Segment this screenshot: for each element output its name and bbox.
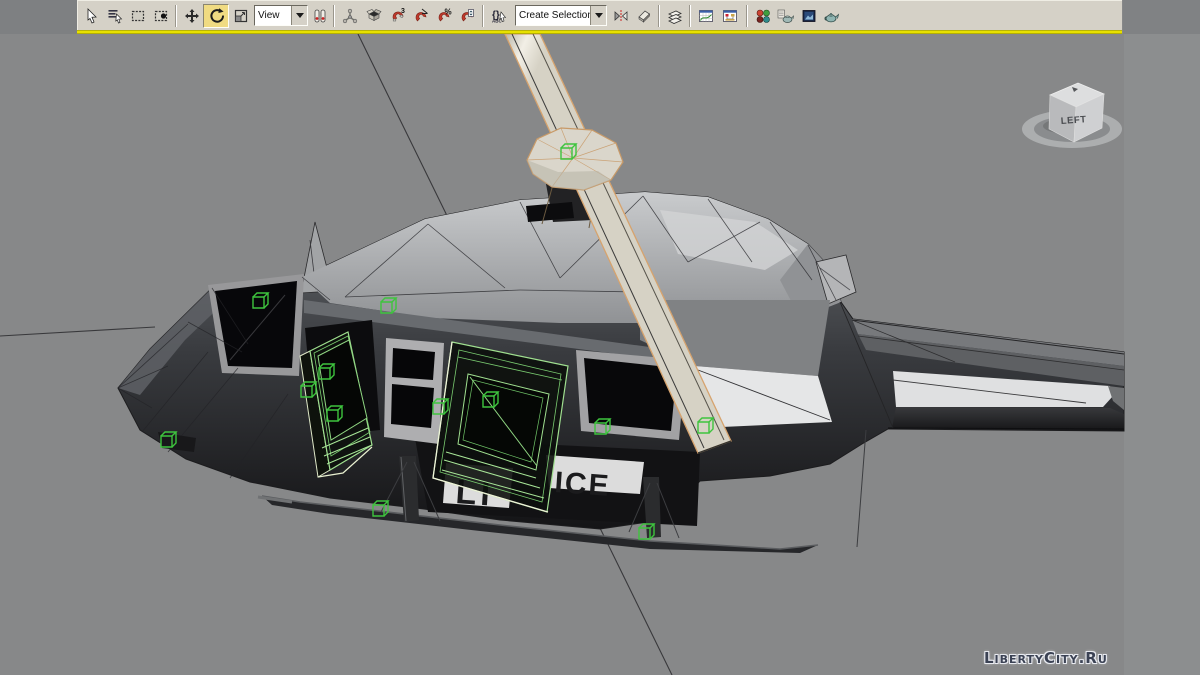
schematic-view-button[interactable] (717, 4, 743, 28)
screenshot-stage: LI ICE (0, 0, 1200, 675)
livery-text-rear: ICE (554, 466, 612, 503)
watermark: LibertyCity.Ru (984, 649, 1108, 667)
select-and-manipulate-button[interactable] (338, 4, 361, 28)
window-crossing-icon (153, 8, 169, 24)
select-object-button[interactable] (80, 4, 103, 28)
viewcube[interactable]: LEFT (1022, 83, 1122, 148)
spinner-snap-icon (459, 7, 476, 24)
dropdown-arrow-icon[interactable] (291, 6, 307, 25)
align-button[interactable] (632, 4, 655, 28)
spinner-snap-button[interactable] (456, 4, 479, 28)
viewport-3d-scene[interactable]: LI ICE (0, 0, 1200, 675)
rotor-hub-selected[interactable] (527, 128, 623, 190)
svg-text:ABC: ABC (492, 19, 502, 24)
render-teapot-icon (823, 8, 840, 24)
rectangular-selection-region-button[interactable] (126, 4, 149, 28)
percent-snap-icon: % (436, 7, 453, 24)
svg-text:%: % (445, 8, 452, 17)
create-selection-set-value: Create Selection Set (516, 10, 590, 21)
layers-icon (667, 8, 683, 24)
toolbar-separator (175, 5, 177, 27)
angle-snap-icon (413, 7, 430, 24)
active-viewport-border (77, 30, 1122, 34)
main-toolbar: View (77, 0, 1122, 30)
render-setup-icon (777, 8, 794, 24)
rendered-frame-icon (801, 8, 817, 24)
open-box-icon (366, 7, 383, 24)
render-setup-button[interactable] (774, 4, 797, 28)
reference-coordinate-value: View (255, 10, 291, 21)
keyboard-override-button[interactable] (361, 4, 387, 28)
toolbar-separator (333, 5, 335, 27)
manipulate-icon (342, 8, 358, 24)
material-editor-button[interactable] (751, 4, 774, 28)
scale-icon (233, 8, 249, 24)
select-and-scale-button[interactable] (229, 4, 252, 28)
helicopter-model[interactable]: LI ICE (118, 34, 1124, 553)
curve-editor-icon (698, 8, 714, 24)
layer-manager-button[interactable] (663, 4, 686, 28)
rectangular-selection-icon (130, 8, 146, 24)
rendered-frame-window-button[interactable] (797, 4, 820, 28)
magnet-3d-icon: 3 (390, 7, 407, 24)
svg-text:3: 3 (401, 8, 405, 15)
select-by-name-button[interactable] (103, 4, 126, 28)
select-arrow-icon (84, 8, 100, 24)
schematic-view-icon (722, 8, 738, 24)
select-and-rotate-button[interactable] (203, 4, 229, 28)
rotate-icon (208, 7, 225, 24)
toolbar-separator (746, 5, 748, 27)
named-selection-sets-icon: {} ABC (491, 7, 509, 24)
use-center-button[interactable] (310, 4, 330, 28)
select-by-name-icon (107, 8, 123, 24)
window-crossing-selection-button[interactable] (149, 4, 172, 28)
use-center-icon (312, 8, 328, 24)
select-and-move-button[interactable] (180, 4, 203, 28)
toolbar-separator (689, 5, 691, 27)
material-editor-icon (755, 8, 771, 24)
percent-snap-button[interactable]: % (433, 4, 456, 28)
mid-window (384, 338, 444, 444)
reference-coordinate-dropdown[interactable]: View (254, 5, 308, 26)
toolbar-separator (482, 5, 484, 27)
align-icon (636, 8, 652, 24)
angle-snap-button[interactable] (410, 4, 433, 28)
snaps-toggle-3d-button[interactable]: 3 (387, 4, 410, 28)
render-production-button[interactable] (820, 4, 843, 28)
viewcube-face-label: LEFT (1060, 114, 1086, 127)
curve-editor-button[interactable] (694, 4, 717, 28)
move-icon (184, 8, 200, 24)
windshield (208, 274, 304, 376)
create-selection-set-dropdown[interactable]: Create Selection Set (515, 5, 607, 26)
dropdown-arrow-icon[interactable] (590, 6, 606, 25)
toolbar-separator (658, 5, 660, 27)
mirror-icon (613, 8, 629, 24)
mirror-button[interactable] (609, 4, 632, 28)
named-selection-sets-button[interactable]: {} ABC (487, 4, 513, 28)
